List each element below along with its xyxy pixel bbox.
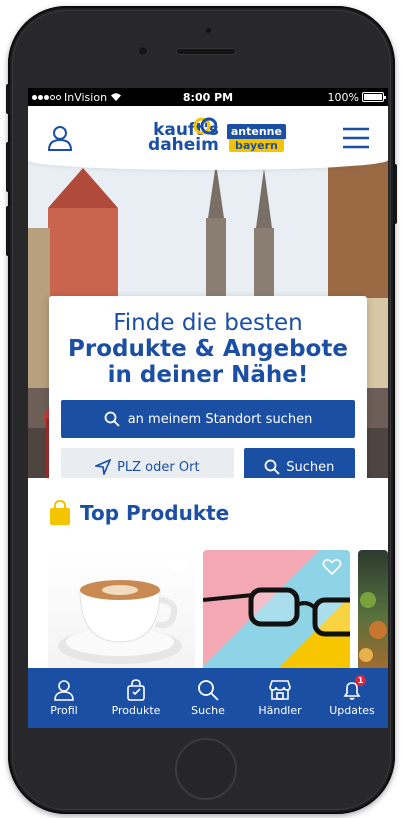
hero-headline-line-2: Produkte & Angebote [68, 336, 348, 362]
mute-switch [6, 84, 10, 114]
app-header: kauft's daheim antenne bayern [28, 106, 388, 170]
home-button[interactable] [175, 738, 237, 800]
status-time: 8:00 PM [182, 90, 234, 104]
front-camera [138, 46, 148, 56]
search-button[interactable]: Suchen [243, 448, 355, 478]
user-icon [47, 126, 73, 151]
hero-headline-line-3: in deiner Nähe! [107, 362, 309, 388]
product-card[interactable] [358, 550, 388, 680]
favorite-heart-icon[interactable] [167, 558, 187, 576]
profile-button[interactable] [42, 120, 78, 156]
carrier-info: InVision [32, 91, 152, 104]
earpiece-speaker [176, 48, 236, 55]
partner-line-2: bayern [228, 139, 284, 152]
top-products-carousel[interactable] [48, 550, 388, 680]
tab-suche[interactable]: Suche [172, 668, 244, 728]
volume-up-button [6, 142, 10, 192]
location-pin-logo-icon [193, 117, 217, 135]
power-button [393, 164, 397, 224]
hamburger-menu-icon [343, 127, 369, 149]
signal-icon [32, 94, 61, 100]
hero-banner: Finde die besten Produkte & Angebote in … [28, 158, 388, 478]
location-arrow-icon [95, 459, 112, 475]
bag-icon [127, 679, 145, 701]
app-logo[interactable]: kauft's daheim antenne bayern [130, 117, 286, 154]
partner-line-1: antenne [226, 124, 286, 139]
volume-down-button [6, 206, 10, 256]
tab-label-updates: Updates [329, 704, 375, 717]
tab-updates[interactable]: 1 Updates [316, 668, 388, 728]
favorite-heart-outline-icon[interactable] [322, 558, 342, 576]
hero-headline-line-1: Finde die besten [113, 310, 303, 336]
updates-badge: 1 [355, 675, 366, 686]
partner-logo: antenne bayern [226, 124, 286, 152]
bottom-tab-bar: Profil Produkte Suche Händler 1 Updates [28, 668, 388, 728]
product-card[interactable] [203, 550, 350, 680]
tab-label-suche: Suche [191, 704, 225, 717]
wifi-icon [111, 93, 122, 101]
battery-info: 100% [264, 90, 386, 104]
food-image [359, 592, 387, 662]
tab-label-haendler: Händler [258, 704, 302, 717]
product-card[interactable] [48, 550, 195, 680]
search-icon [104, 411, 120, 427]
store-icon [269, 680, 291, 700]
carrier-name: InVision [64, 90, 108, 104]
search-by-location-button[interactable]: an meinem Standort suchen [61, 400, 355, 438]
zip-city-input[interactable]: PLZ oder Ort [61, 448, 234, 478]
tab-label-produkte: Produkte [111, 704, 161, 717]
proximity-sensor [206, 28, 211, 33]
top-products-heading: Top Produkte [48, 500, 229, 526]
app-screen: InVision 8:00 PM 100% kauft's daheim ant… [28, 88, 388, 728]
tab-label-profil: Profil [50, 704, 78, 717]
tab-profil[interactable]: Profil [28, 668, 100, 728]
search-icon [264, 459, 280, 475]
tab-produkte[interactable]: Produkte [100, 668, 172, 728]
battery-icon [362, 92, 386, 102]
search-card: Finde die besten Produkte & Angebote in … [49, 296, 367, 478]
shopping-bag-icon [50, 500, 70, 525]
status-bar: InVision 8:00 PM 100% [28, 88, 388, 106]
user-icon [54, 680, 74, 701]
tab-haendler[interactable]: Händler [244, 668, 316, 728]
menu-button[interactable] [338, 120, 374, 156]
search-button-label: Suchen [286, 459, 335, 475]
zip-search-row: PLZ oder Ort Suchen [61, 448, 355, 478]
search-icon [198, 680, 219, 701]
battery-percentage: 100% [327, 90, 359, 104]
search-by-location-label: an meinem Standort suchen [127, 411, 313, 427]
zip-city-placeholder: PLZ oder Ort [117, 459, 200, 475]
top-products-title: Top Produkte [80, 501, 230, 525]
